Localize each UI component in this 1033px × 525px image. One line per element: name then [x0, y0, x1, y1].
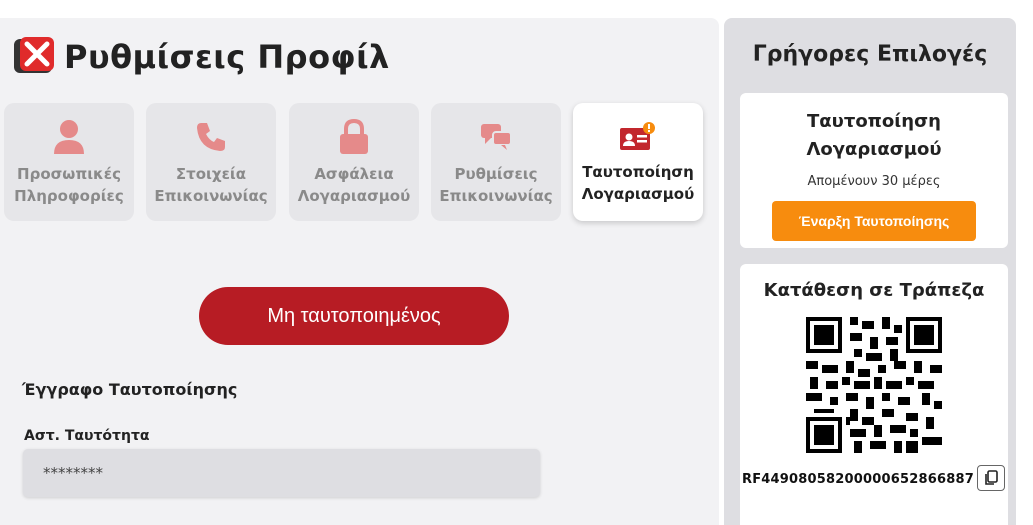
- tab-label: Προσωπικές Πληροφορίες: [14, 165, 124, 205]
- id-document-label: Αστ. Ταυτότητα: [24, 428, 150, 444]
- quick-options-title: Γρήγορες Επιλογές: [752, 42, 988, 67]
- copy-reference-button[interactable]: [977, 465, 1005, 491]
- section-title: Έγγραφο Ταυτοποίησης: [22, 380, 238, 399]
- phone-icon: [197, 123, 225, 151]
- page-title: Ρυθμίσεις Προφίλ: [64, 38, 390, 76]
- verification-card: Ταυτοποίηση Λογαριασμού Απομένουν 30 μέρ…: [740, 93, 1008, 248]
- tab-account-security[interactable]: Ασφάλεια Λογαριασμού: [289, 103, 419, 221]
- tab-label: Ταυτοποίηση Λογαριασμού: [581, 163, 695, 203]
- quick-options-panel: Γρήγορες Επιλογές Ταυτοποίηση Λογαριασμο…: [724, 18, 1016, 525]
- start-verification-button[interactable]: Έναρξη Ταυτοποίησης: [772, 201, 976, 241]
- tab-personal-info[interactable]: Προσωπικές Πληροφορίες: [4, 103, 134, 221]
- qr-code-icon: [806, 317, 942, 453]
- profile-settings-panel: Ρυθμίσεις Προφίλ Προσωπικές Πληροφορίες …: [0, 18, 719, 525]
- id-number-field[interactable]: [23, 449, 540, 497]
- payment-reference: RF4490805820000065286688​7: [742, 472, 974, 487]
- lock-icon: [340, 119, 368, 154]
- tab-label: Στοιχεία Επικοινωνίας: [154, 165, 268, 205]
- days-remaining: Απομένουν 30 μέρες: [807, 174, 941, 189]
- verification-card-title: Ταυτοποίηση Λογαριασμού: [806, 111, 942, 160]
- logo-icon: [14, 37, 54, 73]
- user-icon: [54, 120, 84, 154]
- chat-icon: [481, 124, 512, 150]
- bank-deposit-title: Κατάθεση σε Τράπεζα: [763, 280, 985, 301]
- bank-deposit-card: Κατάθεση σε Τράπεζα RF449080582000006528…: [740, 264, 1008, 525]
- tab-account-verification[interactable]: Ταυτοποίηση Λογαριασμού: [573, 103, 703, 221]
- tab-contact-details[interactable]: Στοιχεία Επικοινωνίας: [146, 103, 276, 221]
- verification-status-button[interactable]: Μη ταυτοποιημένος: [199, 287, 509, 345]
- tab-communication-settings[interactable]: Ρυθμίσεις Επικοινωνίας: [431, 103, 561, 221]
- tab-label: Ασφάλεια Λογαριασμού: [297, 165, 411, 205]
- tab-label: Ρυθμίσεις Επικοινωνίας: [439, 165, 553, 205]
- copy-icon: [985, 470, 998, 485]
- id-card-alert-icon: [620, 122, 655, 150]
